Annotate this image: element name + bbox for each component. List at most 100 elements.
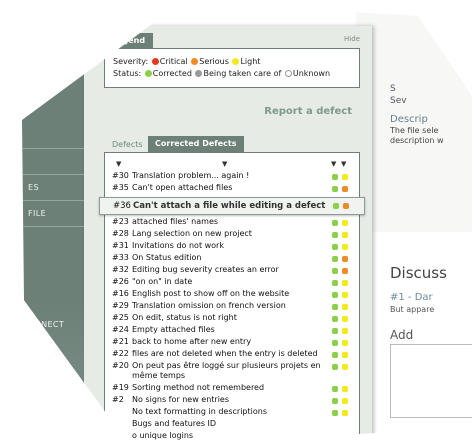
defect-title[interactable]: Invitations do not work [132,241,224,250]
background-description-text: The file sele description w [390,126,444,146]
defect-row[interactable]: #26 "on on" in date [105,277,359,289]
defect-title[interactable]: On peut pas être loggé sur plusieurs pro… [132,361,322,381]
light-dot-icon [232,58,240,65]
severity-dot-icon [342,292,348,298]
serious-dot-icon [191,58,199,65]
nav-item-es[interactable]: ES [22,174,84,201]
defect-title[interactable]: files are not deleted when the entry is … [132,349,318,358]
defect-title[interactable]: Lang selection on new project [132,229,252,238]
defect-row[interactable]: #24 Empty attached files [105,325,359,337]
nav-item-connect[interactable]: ONNECT [22,312,84,338]
background-description-title: Descrip [390,114,428,125]
defect-row[interactable]: #28 Lang selection on new project [105,229,359,241]
defect-title[interactable]: attached files' names [132,217,218,226]
defect-row[interactable]: #22 files are not deleted when the entry … [105,349,359,361]
background-page: S Sev Descrip The file sele description … [356,2,472,446]
status-dot-icon [332,304,338,310]
defect-title[interactable]: Translation omission on french version [132,301,286,310]
discussion-title: Discuss [390,264,447,282]
sort-severity-arrow-icon[interactable]: ▼ [341,160,346,168]
defect-title[interactable]: No text formatting in descriptions [132,407,267,416]
defect-title[interactable]: Can't attach a file while editing a defe… [133,201,325,211]
defect-id: #16 [112,289,129,298]
defect-title[interactable]: On Status edition [132,253,202,262]
comment-textarea[interactable] [390,344,472,418]
defect-row[interactable]: #16 English post to show off on the websi… [105,289,359,301]
defect-title[interactable]: Empty attached files [132,325,215,334]
legend-tab: Legend [104,33,154,49]
nav-item-top[interactable] [22,148,84,175]
tab-defects[interactable]: Defects [112,140,143,149]
defect-row[interactable]: #29 Translation omission on french versio… [105,301,359,313]
defect-id: #19 [112,383,129,392]
defect-row[interactable]: #33 On Status edition [105,253,359,265]
defect-row[interactable]: #31 Invitations do not work [105,241,359,253]
critical-dot-icon [151,58,159,65]
legend-status-row: Status: Corrected Being taken care of Un… [113,69,330,78]
severity-dot-icon [342,316,348,322]
background-sev-label: Sev [390,96,407,106]
defect-row[interactable]: Bugs and features ID [105,419,359,431]
legend-box: Severity: Critical Serious Light Status:… [104,48,360,88]
defect-title[interactable]: English post to show off on the website [132,289,289,298]
nav-item-connect-label: ONNECT [28,320,65,329]
nav-item-file[interactable]: FILE [22,200,84,227]
defect-row[interactable]: #2 No signs for new entries [105,395,359,407]
severity-dot-icon [342,256,348,262]
defect-row[interactable]: #32 Editing bug severity creates an error [105,265,359,277]
defect-title[interactable]: On edit, status is not right [132,313,237,322]
defect-title[interactable]: No signs for new entries [132,395,229,404]
report-defect-link[interactable]: Report a defect [264,106,352,117]
defect-title[interactable]: Sorting method not remembered [132,383,264,392]
nav-item-blank[interactable] [22,226,84,253]
defect-id: #23 [112,217,129,226]
defect-row[interactable]: #21 back to home after new entry [105,337,359,349]
status-dot-icon [332,268,338,274]
discussion-entry-title[interactable]: #1 - Dar [390,292,433,303]
defect-row[interactable]: #19 Sorting method not remembered [105,383,359,395]
severity-dot-icon [342,280,348,286]
defect-title[interactable]: back to home after new entry [132,337,251,346]
defect-title[interactable]: Translation problem... again ! [132,171,249,180]
defect-title[interactable]: "on on" in date [132,277,192,286]
severity-dot-icon [342,220,348,226]
status-in-progress-label: Being taken care of [203,69,282,78]
defect-row[interactable]: #23 attached files' names [105,217,359,229]
defect-row[interactable]: #36 Can't attach a file while editing a d… [99,197,365,215]
defect-title[interactable]: o unique logins [132,431,193,440]
in-progress-dot-icon [195,70,203,77]
severity-dot-icon [342,352,348,358]
defect-row[interactable]: No text formatting in descriptions [105,407,359,419]
severity-dot-icon [342,398,348,404]
sort-status-arrow-icon[interactable]: ▼ [331,160,336,168]
status-dot-icon [332,364,338,370]
severity-dot-icon [342,386,348,392]
sort-id-arrow-icon[interactable]: ▼ [116,160,121,168]
defect-title[interactable]: Bugs and features ID [132,419,216,428]
defects-list: ▼ ▼ ▼ ▼ #30 Translation problem... again … [99,152,365,446]
severity-dot-icon [343,203,349,209]
defect-id: #29 [112,301,129,310]
defect-row[interactable]: #25 On edit, status is not right [105,313,359,325]
defect-id: #26 [112,277,129,286]
sort-title-arrow-icon[interactable]: ▼ [222,160,227,168]
status-dot-icon [332,244,338,250]
tab-corrected-defects[interactable]: Corrected Defects [148,136,244,152]
background-description-line-2: description w [390,136,444,145]
status-unknown-label: Unknown [292,69,331,78]
discussion-entry-text: But appare [390,305,435,314]
defect-title[interactable]: Can't open attached files [132,183,232,192]
hide-legend-link[interactable]: Hide [344,35,360,43]
defect-row[interactable]: #30 Translation problem... again ! [105,171,359,183]
severity-light-label: Light [240,57,261,66]
severity-dot-icon [342,186,348,192]
status-dot-icon [332,174,338,180]
screen: ES FILE ONNECT S Sev Descrip The file se… [0,0,475,448]
defect-title[interactable]: Editing bug severity creates an error [132,265,279,274]
defect-row[interactable]: #35 Can't open attached files [105,183,359,195]
defect-row[interactable]: o unique logins [105,431,359,443]
defect-row[interactable]: #20 On peut pas être loggé sur plusieurs … [105,361,359,383]
nav-item-file-label: FILE [28,209,47,218]
background-s-letter: S [390,84,396,94]
status-dot-icon [332,352,338,358]
